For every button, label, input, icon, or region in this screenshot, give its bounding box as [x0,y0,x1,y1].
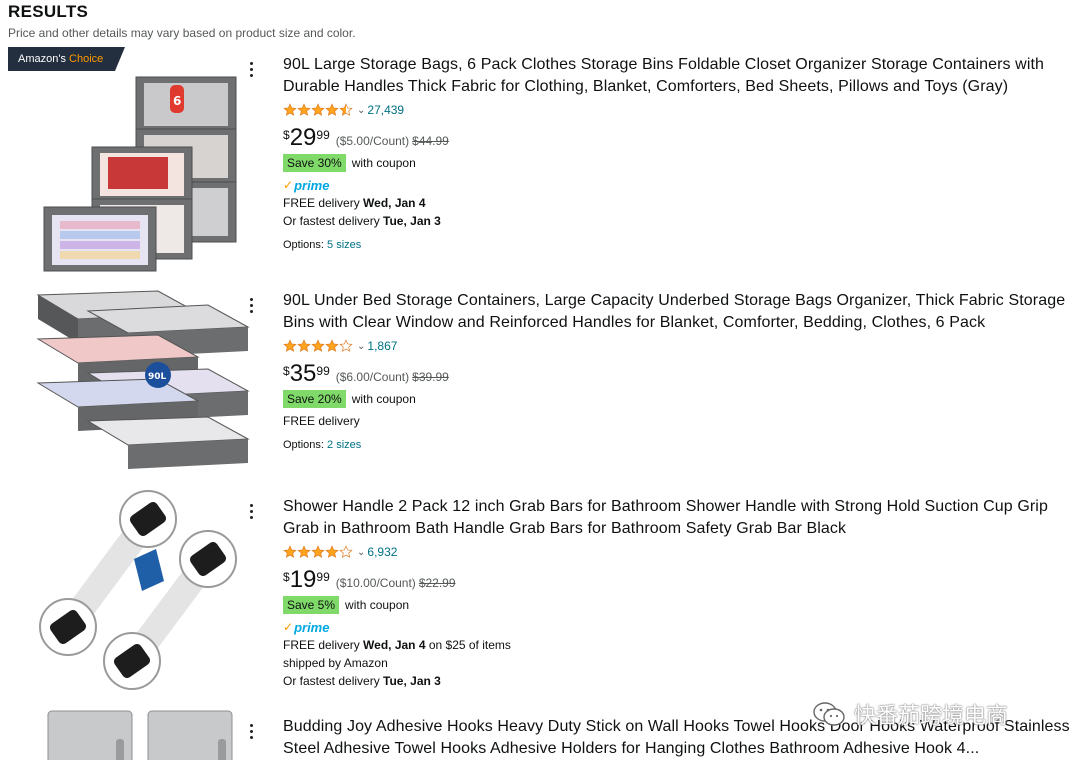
product-title[interactable]: Shower Handle 2 Pack 12 inch Grab Bars f… [283,496,1073,540]
product-title[interactable]: 90L Large Storage Bags, 6 Pack Clothes S… [283,54,1073,98]
star-icon [283,339,297,352]
star-icon [283,545,297,558]
options-line: Options: 2 sizes [283,439,362,451]
amazons-choice-badge: Amazon's Choice [8,47,126,71]
prime-check-icon: ✓ [283,620,294,634]
rating-count[interactable]: 6,932 [367,545,397,559]
storage-bags-image: 6 [8,47,272,276]
star-icon [325,545,339,558]
coupon-text: with coupon [351,392,416,406]
rating-stars[interactable] [283,339,353,353]
product-title[interactable]: 90L Under Bed Storage Containers, Large … [283,290,1073,334]
product-image[interactable]: 6 [8,47,272,276]
list-price: $22.99 [418,576,456,590]
unit-price: ($6.00/Count) [335,370,410,384]
prime-badge: ✓ prime [283,618,1073,636]
save-coupon-badge: Save 20% [283,390,346,408]
badge-prefix: Amazon's [18,53,66,65]
delivery-line: FREE delivery [283,414,360,428]
coupon-text: with coupon [345,598,410,612]
prime-label: prime [294,619,330,635]
unit-price: ($10.00/Count) [335,576,416,590]
product-image[interactable] [8,709,272,760]
price-currency: $ [283,128,290,142]
coupon-row: Save 20% with coupon [283,389,1073,409]
results-title: RESULTS [8,2,89,21]
options-link[interactable]: 2 sizes [327,439,361,451]
delivery-line: FREE delivery Wed, Jan 4 on $25 of items [283,638,511,652]
star-icon [311,339,325,352]
watermark: 快番茄跨境电商 [812,698,1008,730]
price[interactable]: $ 35 99 ($6.00/Count) $39.99 [283,361,1073,389]
more-options-icon[interactable] [242,501,260,521]
wechat-icon [813,702,845,726]
chevron-down-icon[interactable]: ⌄ [357,547,365,558]
star-icon [325,103,339,116]
price[interactable]: $ 19 99 ($10.00/Count) $22.99 [283,567,1073,595]
more-options-icon[interactable] [242,295,260,315]
price[interactable]: $ 29 99 ($5.00/Count) $44.99 [283,125,1073,153]
product-info: 90L Large Storage Bags, 6 Pack Clothes S… [283,47,1073,251]
fastest-delivery-line: Or fastest delivery Tue, Jan 3 [283,674,441,688]
save-coupon-badge: Save 30% [283,154,346,172]
star-icon [325,339,339,352]
unit-price: ($5.00/Count) [335,134,410,148]
star-icon [297,339,311,352]
star-icon [297,103,311,116]
underbed-bags-image: 90L [8,283,272,481]
rating-row: ⌄ 1,867 [283,337,1073,355]
adhesive-hooks-image [8,709,272,760]
list-price: $44.99 [412,134,449,148]
coupon-row: Save 30% with coupon [283,153,1073,173]
results-header: RESULTS Price and other details may vary… [8,0,1068,41]
options-line: Options: 5 sizes [283,239,362,251]
coupon-text: with coupon [351,156,416,170]
delivery-line: FREE delivery Wed, Jan 4 [283,196,426,210]
prime-label: prime [294,177,330,193]
chevron-down-icon[interactable]: ⌄ [357,105,365,116]
product-card[interactable]: 90L 90L Under Bed Storage Containers, La… [8,283,1080,481]
svg-text:6: 6 [173,94,181,108]
grab-bars-image [8,489,272,701]
star-icon [297,545,311,558]
star-icon [311,545,325,558]
star-icon [311,103,325,116]
star-icon [339,103,353,116]
coupon-row: Save 5% with coupon [283,595,1073,615]
product-info: Shower Handle 2 Pack 12 inch Grab Bars f… [283,489,1073,690]
more-options-icon[interactable] [242,721,260,741]
rating-stars[interactable] [283,103,353,117]
options-link[interactable]: 5 sizes [327,239,361,251]
save-coupon-badge: Save 5% [283,596,340,614]
rating-row: ⌄ 27,439 [283,101,1073,119]
rating-count[interactable]: 1,867 [367,339,397,353]
results-subtitle: Price and other details may vary based o… [8,26,356,40]
rating-count[interactable]: 27,439 [367,103,404,117]
badge-suffix: Choice [69,53,104,65]
product-image[interactable] [8,489,272,701]
product-info: 90L Under Bed Storage Containers, Large … [283,283,1073,451]
rating-row: ⌄ 6,932 [283,543,1073,561]
product-card[interactable]: 6 Amazon's Choice 90L Large Storage Bags… [8,47,1080,276]
watermark-text: 快番茄跨境电商 [854,704,1009,729]
shipped-by-line: shipped by Amazon [283,656,388,670]
price-whole: 29 [289,124,317,151]
rating-stars[interactable] [283,545,353,559]
prime-check-icon: ✓ [283,178,294,192]
price-fraction: 99 [316,128,330,142]
star-icon [283,103,297,116]
star-icon [339,545,353,558]
product-card[interactable]: Shower Handle 2 Pack 12 inch Grab Bars f… [8,489,1080,701]
more-options-icon[interactable] [242,59,260,79]
prime-badge: ✓ prime [283,176,1073,194]
list-price: $39.99 [412,370,449,384]
fastest-delivery-line: Or fastest delivery Tue, Jan 3 [283,214,441,228]
star-icon [339,339,353,352]
svg-text:90L: 90L [148,372,167,382]
chevron-down-icon[interactable]: ⌄ [357,341,365,352]
product-image[interactable]: 90L [8,283,272,481]
